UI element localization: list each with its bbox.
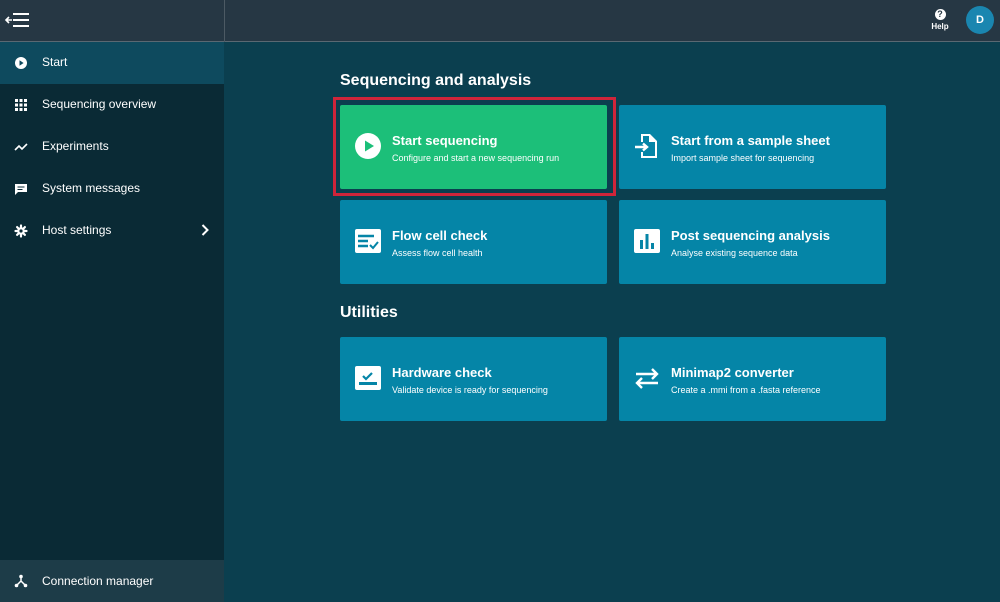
play-circle-icon: [355, 133, 381, 159]
hardware-check-card[interactable]: Hardware check Validate device is ready …: [340, 337, 607, 421]
help-button[interactable]: ? Help: [926, 8, 954, 36]
card-title: Post sequencing analysis: [671, 228, 830, 243]
chevron-right-icon: [201, 224, 209, 236]
sidebar-item-label: System messages: [42, 181, 141, 195]
start-from-sample-sheet-card[interactable]: Start from a sample sheet Import sample …: [619, 105, 886, 189]
help-label: Help: [931, 22, 949, 31]
hardware-icon: [355, 366, 381, 390]
sidebar-item-label: Sequencing overview: [42, 97, 157, 111]
card-title: Minimap2 converter: [671, 365, 794, 380]
card-subtitle: Create a .mmi from a .fasta reference: [671, 385, 821, 395]
card-title: Start sequencing: [392, 133, 498, 148]
sidebar-item-label: Experiments: [42, 139, 109, 153]
file-import-icon: [635, 134, 657, 158]
sidebar-item-experiments[interactable]: Experiments: [0, 126, 224, 168]
section-title-utilities: Utilities: [340, 304, 398, 321]
card-subtitle: Assess flow cell health: [392, 248, 483, 258]
topbar-divider: [224, 0, 225, 42]
gear-icon: [14, 224, 28, 238]
minimap2-converter-card[interactable]: Minimap2 converter Create a .mmi from a …: [619, 337, 886, 421]
trend-line-icon: [14, 143, 28, 151]
start-sequencing-card[interactable]: Start sequencing Configure and start a n…: [340, 105, 607, 189]
card-subtitle: Analyse existing sequence data: [671, 248, 798, 258]
connection-manager-button[interactable]: Connection manager: [0, 560, 224, 602]
play-circle-icon: [15, 57, 27, 69]
collapse-menu-button[interactable]: [4, 9, 32, 31]
grid-icon: [15, 99, 27, 111]
sidebar-item-sequencing-overview[interactable]: Sequencing overview: [0, 84, 224, 126]
user-avatar[interactable]: D: [966, 6, 994, 34]
top-bar: ? Help D: [0, 0, 1000, 42]
card-subtitle: Configure and start a new sequencing run: [392, 153, 560, 163]
bar-chart-icon: [634, 229, 660, 253]
card-title: Flow cell check: [392, 228, 488, 243]
post-sequencing-analysis-card[interactable]: Post sequencing analysis Analyse existin…: [619, 200, 886, 284]
sidebar: Start Sequencing overview Experiments Sy…: [0, 42, 224, 602]
card-subtitle: Validate device is ready for sequencing: [392, 385, 548, 395]
help-icon: ?: [934, 9, 946, 20]
flow-cell-check-card[interactable]: Flow cell check Assess flow cell health: [340, 200, 607, 284]
card-subtitle: Import sample sheet for sequencing: [671, 153, 815, 163]
sidebar-item-start[interactable]: Start: [0, 42, 224, 84]
flow-cell-icon: [355, 229, 381, 253]
section-title-sequencing: Sequencing and analysis: [340, 72, 532, 89]
swap-arrows-icon: [635, 368, 659, 389]
network-icon: [14, 574, 28, 588]
sidebar-item-system-messages[interactable]: System messages: [0, 168, 224, 210]
menu-collapse-icon: [4, 13, 29, 27]
sidebar-item-label: Start: [42, 55, 68, 69]
card-title: Hardware check: [392, 365, 492, 380]
sidebar-item-label: Host settings: [42, 223, 112, 237]
sidebar-item-host-settings[interactable]: Host settings: [0, 210, 224, 252]
card-title: Start from a sample sheet: [671, 133, 830, 148]
connection-manager-label: Connection manager: [42, 574, 154, 588]
message-icon: [15, 184, 27, 195]
